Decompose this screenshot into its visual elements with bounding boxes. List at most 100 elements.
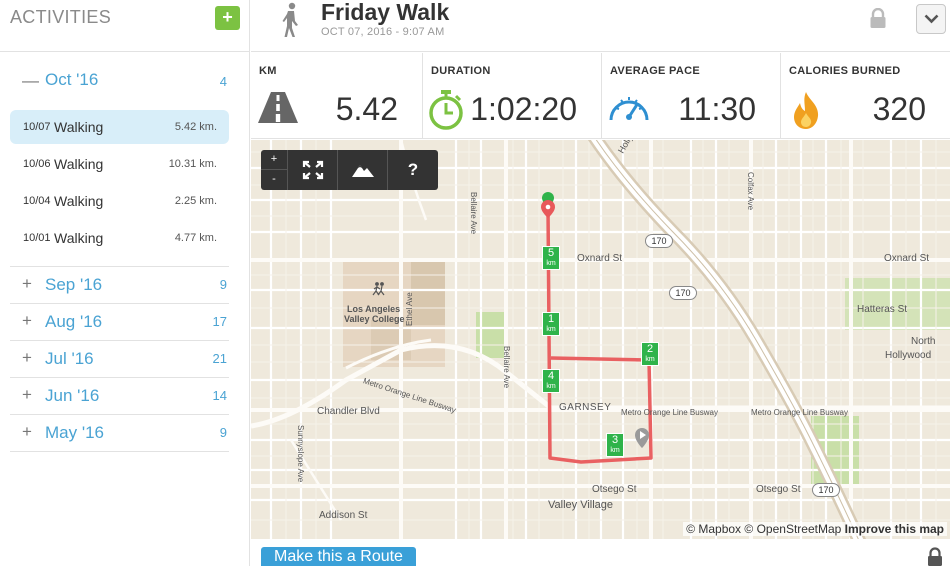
month-row-jul-16[interactable]: + Jul '16 21 bbox=[10, 341, 229, 378]
activity-type: Walking bbox=[54, 156, 104, 172]
km-marker-number: 1 bbox=[547, 313, 555, 325]
activity-item[interactable]: 10/01 Walking 4.77 km. bbox=[10, 221, 229, 255]
map-label-oxnard: Oxnard St bbox=[884, 253, 930, 264]
month-count: 21 bbox=[212, 351, 227, 366]
stat-pace: AVERAGE PACE 11:30 bbox=[602, 53, 781, 138]
osm-credit-link[interactable]: © OpenStreetMap bbox=[744, 522, 841, 536]
collapse-icon: — bbox=[22, 71, 39, 90]
activity-date: 10/06 bbox=[23, 158, 51, 170]
stat-value: 1:02:20 bbox=[470, 91, 577, 127]
activity-list: 10/07 Walking 5.42 km. 10/06 Walking 10.… bbox=[10, 108, 229, 267]
month-label: Oct '16 bbox=[45, 70, 99, 89]
activity-date: 10/04 bbox=[23, 195, 51, 207]
km-marker: 3 km bbox=[606, 433, 624, 457]
activity-datetime: OCT 07, 2016 - 9:07 AM bbox=[321, 26, 445, 38]
walking-person-icon bbox=[282, 2, 298, 37]
chevron-down-icon bbox=[924, 14, 939, 24]
map-label-hatteras: Hatteras St bbox=[857, 304, 908, 315]
bottom-bar: Make this a Route bbox=[251, 539, 950, 566]
month-row-may-16[interactable]: + May '16 9 bbox=[10, 415, 229, 452]
map-label-bellaire: Bellaire Ave bbox=[502, 346, 511, 389]
map-label-lavc: Valley College bbox=[344, 314, 405, 324]
activity-item-selected[interactable]: 10/07 Walking 5.42 km. bbox=[10, 110, 229, 144]
month-count: 17 bbox=[212, 314, 227, 329]
month-row-sep-16[interactable]: + Sep '16 9 bbox=[10, 267, 229, 304]
month-count: 14 bbox=[212, 388, 227, 403]
month-count: 9 bbox=[219, 277, 227, 292]
activity-distance: 10.31 km. bbox=[168, 158, 217, 170]
expand-icon: + bbox=[22, 422, 32, 441]
map-label-addison: Addison St bbox=[319, 510, 368, 521]
month-count: 4 bbox=[219, 74, 227, 89]
activity-type: Walking bbox=[54, 119, 104, 135]
options-dropdown-button[interactable] bbox=[916, 4, 946, 34]
lock-icon[interactable] bbox=[869, 8, 887, 28]
map-controls: + - ? bbox=[261, 150, 438, 190]
activity-item[interactable]: 10/06 Walking 10.31 km. bbox=[10, 147, 229, 181]
fire-icon bbox=[794, 92, 819, 129]
highway-shield: 170 bbox=[645, 234, 673, 248]
terrain-button[interactable] bbox=[338, 150, 388, 190]
month-count: 9 bbox=[219, 425, 227, 440]
map-label-busway: Metro Orange Line Busway bbox=[751, 408, 848, 417]
map-label-valley-village: Valley Village bbox=[548, 499, 614, 511]
fullscreen-icon bbox=[302, 160, 323, 180]
fullscreen-button[interactable] bbox=[288, 150, 338, 190]
stat-label: AVERAGE PACE bbox=[610, 65, 700, 77]
km-marker-number: 3 bbox=[611, 434, 619, 446]
expand-icon: + bbox=[22, 311, 32, 330]
activity-distance: 2.25 km. bbox=[174, 195, 217, 207]
month-label: Jun '16 bbox=[45, 386, 100, 405]
km-marker-unit: km bbox=[546, 326, 556, 333]
activity-item[interactable]: 10/04 Walking 2.25 km. bbox=[10, 184, 229, 218]
map-label-sunnyslope: Sunnyslope Ave bbox=[296, 425, 305, 483]
map-label-bellaire: Bellaire Ave bbox=[469, 192, 478, 235]
km-marker-unit: km bbox=[610, 447, 620, 454]
help-button[interactable]: ? bbox=[388, 150, 438, 190]
month-label: Aug '16 bbox=[45, 312, 103, 331]
stat-value: 5.42 bbox=[335, 91, 398, 127]
map-label-oxnard: Oxnard St bbox=[577, 253, 623, 264]
activity-type: Walking bbox=[54, 193, 104, 209]
km-marker: 5 km bbox=[542, 246, 560, 270]
month-row-jun-16[interactable]: + Jun '16 14 bbox=[10, 378, 229, 415]
make-route-button[interactable]: Make this a Route bbox=[261, 547, 416, 566]
km-marker: 4 km bbox=[542, 369, 560, 393]
zoom-in-button[interactable]: + bbox=[261, 150, 287, 170]
improve-map-link[interactable]: Improve this map bbox=[845, 522, 944, 536]
activity-date: 10/07 bbox=[23, 121, 51, 133]
mapbox-credit-link[interactable]: © Mapbox bbox=[686, 522, 741, 536]
highway-shield: 170 bbox=[669, 286, 697, 300]
stopwatch-icon bbox=[429, 90, 463, 130]
zoom-controls: + - bbox=[261, 150, 288, 190]
zoom-out-button[interactable]: - bbox=[261, 170, 287, 190]
stat-value: 320 bbox=[872, 91, 926, 127]
map-label-chandler: Chandler Blvd bbox=[317, 406, 380, 417]
month-row-aug-16[interactable]: + Aug '16 17 bbox=[10, 304, 229, 341]
route-map[interactable]: Oxnard St Oxnard St Hatteras St North Ho… bbox=[251, 140, 950, 539]
activity-type: Walking bbox=[54, 230, 104, 246]
activity-distance: 4.77 km. bbox=[174, 232, 217, 244]
expand-icon: + bbox=[22, 385, 32, 404]
map-label-busway: Metro Orange Line Busway bbox=[621, 408, 718, 417]
stat-duration: DURATION 1:02:20 bbox=[423, 53, 602, 138]
stat-label: KM bbox=[259, 65, 277, 77]
month-label: May '16 bbox=[45, 423, 104, 442]
stat-value: 11:30 bbox=[678, 91, 756, 127]
activities-sidebar: ACTIVITIES + — Oct '16 4 10/07 Walking 5… bbox=[0, 0, 250, 566]
activity-distance: 5.42 km. bbox=[174, 121, 217, 133]
add-activity-button[interactable]: + bbox=[215, 6, 240, 30]
stat-km: KM 5.42 bbox=[251, 53, 423, 138]
sidebar-title: ACTIVITIES bbox=[10, 7, 112, 27]
month-label: Jul '16 bbox=[45, 349, 94, 368]
expand-icon: + bbox=[22, 274, 32, 293]
km-marker-number: 4 bbox=[547, 370, 555, 382]
mountain-icon bbox=[351, 165, 374, 177]
highway-shield: 170 bbox=[812, 483, 840, 497]
stat-label: CALORIES BURNED bbox=[789, 65, 901, 77]
expand-icon: + bbox=[22, 348, 32, 367]
road-icon bbox=[258, 92, 298, 123]
sidebar-header: ACTIVITIES + bbox=[0, 0, 249, 52]
lock-icon bbox=[928, 547, 942, 566]
month-row-oct-16[interactable]: — Oct '16 4 bbox=[10, 52, 229, 108]
